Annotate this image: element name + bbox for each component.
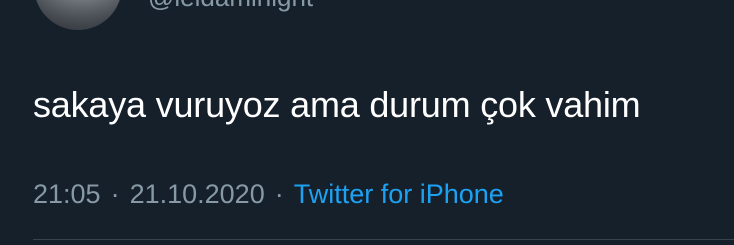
meta-separator-1: · (110, 179, 120, 209)
tweet-text: sakaya vuruyoz ama durum çok vahim (33, 84, 641, 125)
tweet-meta: 21:05 · 21.10.2020 · Twitter for iPhone (33, 177, 504, 211)
avatar-shade (34, 0, 122, 30)
avatar[interactable] (34, 0, 122, 30)
tweet-date[interactable]: 21.10.2020 (130, 179, 265, 209)
tweet-time[interactable]: 21:05 (33, 179, 101, 209)
divider (33, 239, 734, 240)
meta-separator-2: · (274, 179, 284, 209)
user-handle[interactable]: @leidaminight (148, 0, 313, 12)
tweet-source-link[interactable]: Twitter for iPhone (294, 179, 504, 209)
